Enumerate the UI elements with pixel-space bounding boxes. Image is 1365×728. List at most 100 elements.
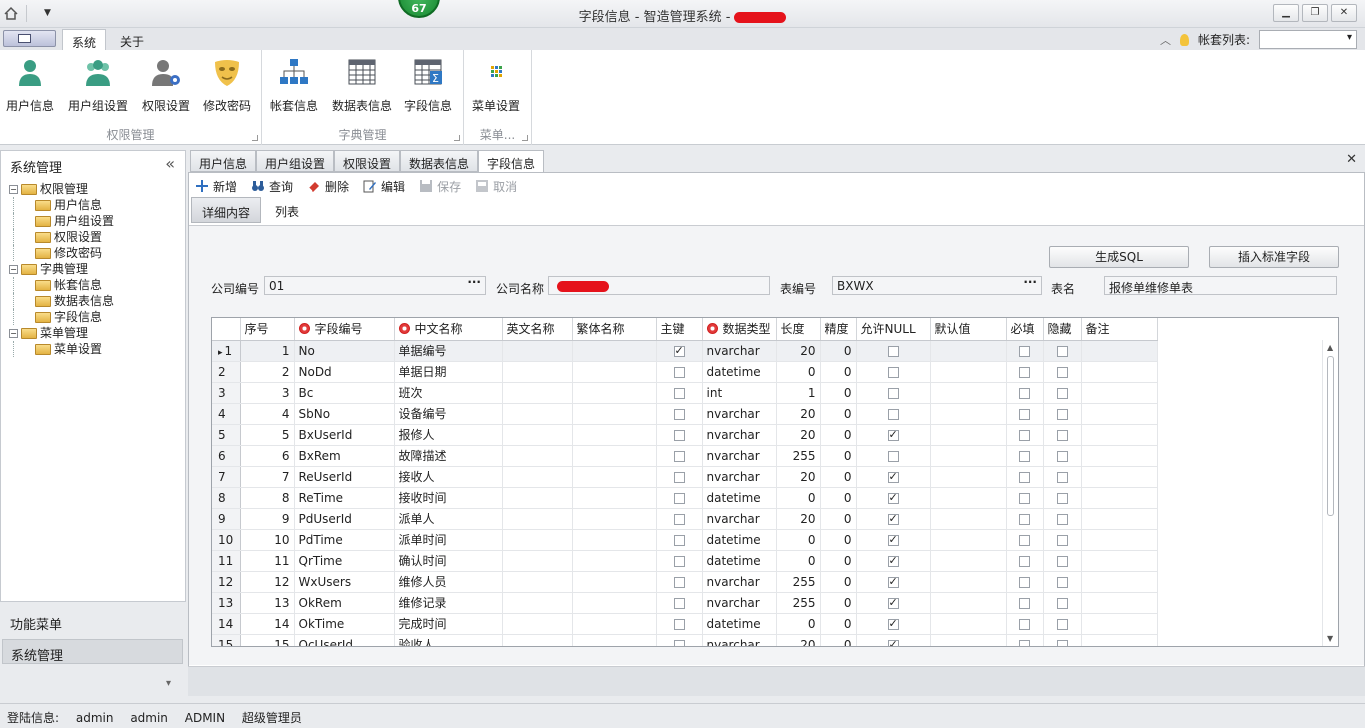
close-window-button[interactable]: ✕ xyxy=(1331,4,1357,22)
precision-cell[interactable]: 0 xyxy=(820,382,857,404)
checkbox[interactable] xyxy=(1056,345,1068,357)
tree-item-menu-settings[interactable]: 菜单设置 xyxy=(9,341,185,357)
group-expand-icon[interactable] xyxy=(252,135,258,141)
group-expand-icon[interactable] xyxy=(454,135,460,141)
chinese-name-cell[interactable]: 故障描述 xyxy=(394,445,503,467)
nav-bar-system-management[interactable]: 系统管理 xyxy=(2,639,183,664)
english-name-cell[interactable] xyxy=(502,571,573,593)
english-name-cell[interactable] xyxy=(502,340,573,362)
remark-cell[interactable] xyxy=(1081,592,1158,614)
chinese-name-cell[interactable]: 接收人 xyxy=(394,466,503,488)
lightbulb-icon[interactable] xyxy=(1179,33,1189,46)
checkbox[interactable] xyxy=(1056,366,1068,378)
default-cell[interactable] xyxy=(930,508,1007,530)
checkbox[interactable] xyxy=(673,492,685,504)
checkbox[interactable] xyxy=(673,450,685,462)
checkbox[interactable] xyxy=(1056,408,1068,420)
primary-key-cell[interactable] xyxy=(656,340,703,362)
primary-key-cell[interactable] xyxy=(656,634,703,646)
scrollbar-thumb[interactable] xyxy=(1327,356,1334,516)
english-name-cell[interactable] xyxy=(502,424,573,446)
primary-key-cell[interactable] xyxy=(656,403,703,425)
allow-null-cell[interactable] xyxy=(856,487,931,509)
english-name-cell[interactable] xyxy=(502,382,573,404)
default-cell[interactable] xyxy=(930,529,1007,551)
precision-cell[interactable]: 0 xyxy=(820,613,857,635)
remark-cell[interactable] xyxy=(1081,508,1158,530)
col-allow-null-header[interactable]: 允许NULL xyxy=(856,318,931,341)
traditional-name-cell[interactable] xyxy=(572,466,657,488)
field-code-cell[interactable]: OcUserId xyxy=(294,634,395,646)
account-list-select[interactable] xyxy=(1259,30,1357,49)
checkbox[interactable] xyxy=(1056,513,1068,525)
data-type-cell[interactable]: datetime xyxy=(702,487,777,509)
query-button[interactable]: 查询 xyxy=(251,178,293,195)
field-code-cell[interactable]: ReTime xyxy=(294,487,395,509)
close-document-icon[interactable]: ✕ xyxy=(1346,152,1357,167)
hidden-cell[interactable] xyxy=(1043,403,1082,425)
field-code-cell[interactable]: Bc xyxy=(294,382,395,404)
checkbox[interactable] xyxy=(1056,450,1068,462)
data-type-cell[interactable]: nvarchar xyxy=(702,424,777,446)
allow-null-cell[interactable] xyxy=(856,424,931,446)
ribbon-datatable-info-button[interactable]: 数据表信息 xyxy=(332,54,392,114)
traditional-name-cell[interactable] xyxy=(572,340,657,362)
traditional-name-cell[interactable] xyxy=(572,487,657,509)
collapse-node-icon[interactable]: − xyxy=(9,185,18,194)
primary-key-cell[interactable] xyxy=(656,592,703,614)
english-name-cell[interactable] xyxy=(502,613,573,635)
table-row[interactable]: 13 13 OkRem 维修记录 nvarchar 255 0 xyxy=(212,592,1158,614)
traditional-name-cell[interactable] xyxy=(572,634,657,646)
collapse-node-icon[interactable]: − xyxy=(9,329,18,338)
english-name-cell[interactable] xyxy=(502,445,573,467)
group-expand-icon[interactable] xyxy=(522,135,528,141)
length-cell[interactable]: 1 xyxy=(776,382,821,404)
checkbox[interactable] xyxy=(887,575,899,588)
default-cell[interactable] xyxy=(930,340,1007,362)
ellipsis-icon[interactable]: ··· xyxy=(1023,275,1037,289)
traditional-name-cell[interactable] xyxy=(572,508,657,530)
chinese-name-cell[interactable]: 单据编号 xyxy=(394,340,503,362)
length-cell[interactable]: 0 xyxy=(776,361,821,383)
checkbox[interactable] xyxy=(887,345,899,357)
traditional-name-cell[interactable] xyxy=(572,424,657,446)
data-type-cell[interactable]: nvarchar xyxy=(702,403,777,425)
remark-cell[interactable] xyxy=(1081,466,1158,488)
primary-key-cell[interactable] xyxy=(656,424,703,446)
collapse-ribbon-icon[interactable]: ︿ xyxy=(1160,32,1171,48)
precision-cell[interactable]: 0 xyxy=(820,487,857,509)
allow-null-cell[interactable] xyxy=(856,508,931,530)
checkbox[interactable] xyxy=(1056,534,1068,546)
precision-cell[interactable]: 0 xyxy=(820,571,857,593)
tree-item-field-info[interactable]: 字段信息 xyxy=(9,309,185,325)
row-number[interactable]: 4 xyxy=(212,403,241,425)
checkbox[interactable] xyxy=(673,366,685,378)
col-primary-key-header[interactable]: 主键 xyxy=(656,318,703,341)
scroll-down-icon[interactable]: ▼ xyxy=(1327,634,1333,643)
allow-null-cell[interactable] xyxy=(856,592,931,614)
col-seq-header[interactable]: 序号 xyxy=(240,318,295,341)
checkbox[interactable] xyxy=(673,408,685,420)
delete-button[interactable]: 删除 xyxy=(307,178,349,195)
checkbox[interactable] xyxy=(1056,387,1068,399)
hidden-cell[interactable] xyxy=(1043,634,1082,646)
seq-cell[interactable]: 2 xyxy=(240,361,295,383)
tree-item-user-group[interactable]: 用户组设置 xyxy=(9,213,185,229)
scroll-up-icon[interactable]: ▲ xyxy=(1327,343,1333,352)
row-number[interactable]: 5 xyxy=(212,424,241,446)
allow-null-cell[interactable] xyxy=(856,550,931,572)
required-cell[interactable] xyxy=(1006,529,1044,551)
table-row[interactable]: 4 4 SbNo 设备编号 nvarchar 20 0 xyxy=(212,403,1158,425)
required-cell[interactable] xyxy=(1006,613,1044,635)
table-row[interactable]: 12 12 WxUsers 维修人员 nvarchar 255 0 xyxy=(212,571,1158,593)
collapse-node-icon[interactable]: − xyxy=(9,265,18,274)
table-row[interactable]: 7 7 ReUserId 接收人 nvarchar 20 0 xyxy=(212,466,1158,488)
chinese-name-cell[interactable]: 设备编号 xyxy=(394,403,503,425)
edit-button[interactable]: 编辑 xyxy=(363,178,405,195)
table-row[interactable]: 8 8 ReTime 接收时间 datetime 0 0 xyxy=(212,487,1158,509)
checkbox[interactable] xyxy=(1019,597,1030,609)
table-code-field[interactable]: BXWX ··· xyxy=(832,275,1042,295)
cancel-button[interactable]: 取消 xyxy=(475,178,517,195)
col-hidden-header[interactable]: 隐藏 xyxy=(1043,318,1082,341)
checkbox[interactable] xyxy=(887,638,899,646)
